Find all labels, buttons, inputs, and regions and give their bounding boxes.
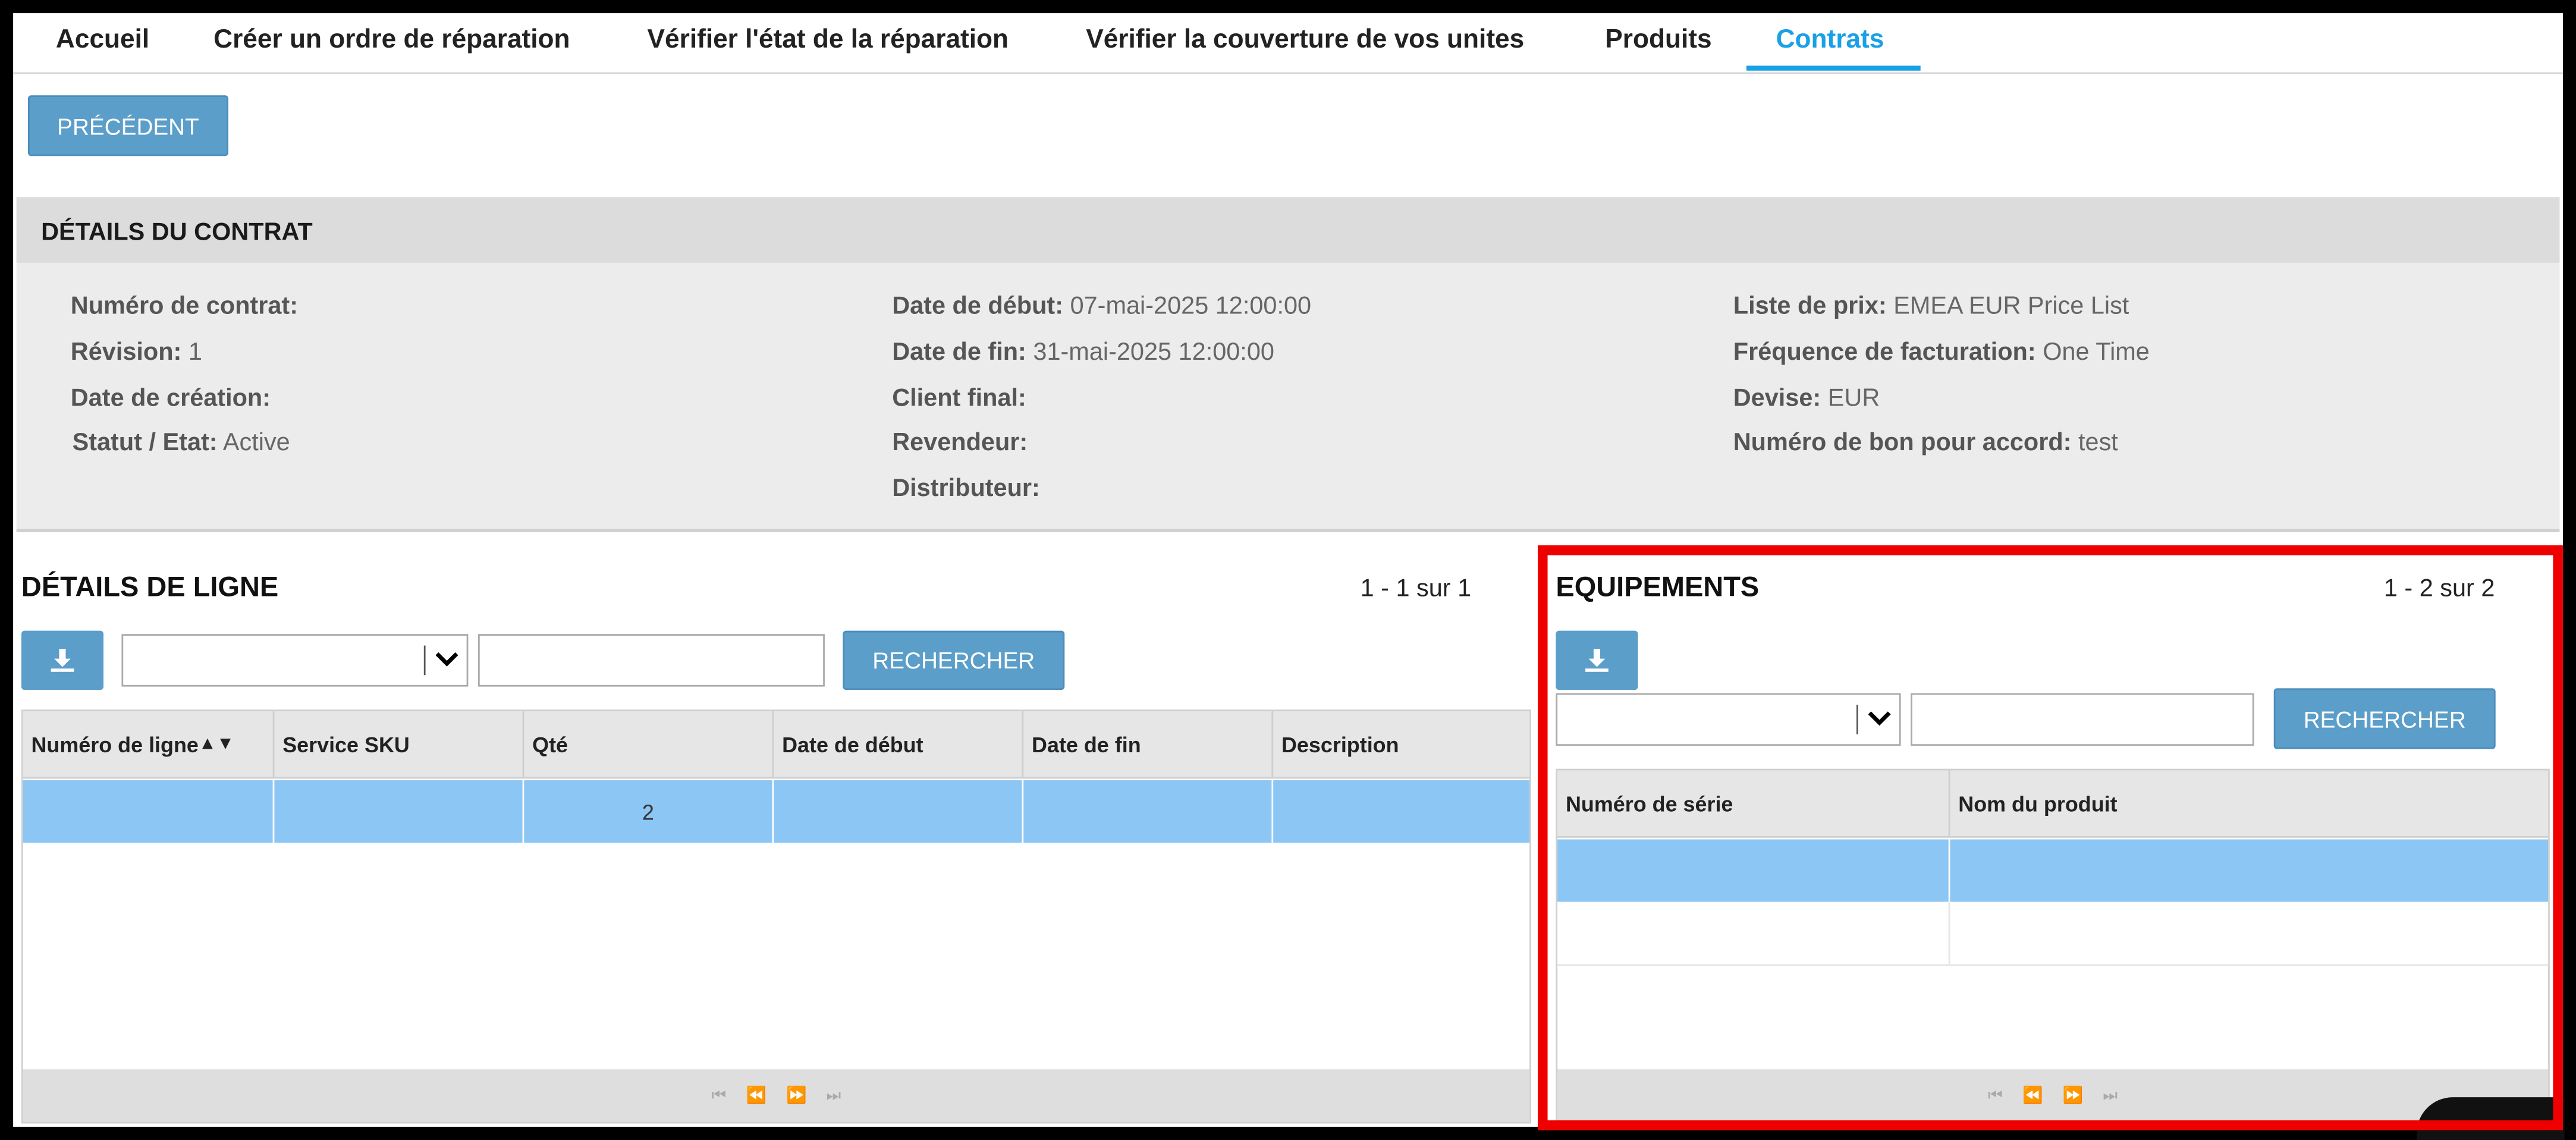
field-reseller: Revendeur: <box>892 428 1028 457</box>
col-line-number[interactable]: Numéro de ligne ▲▼ <box>23 711 273 777</box>
cell-serial-number <box>1557 902 1949 964</box>
field-end-customer: Client final: <box>892 384 1026 413</box>
equipment-grid: Numéro de série Nom du produit ⏮ ⏪ ⏩ ⏭ <box>1556 768 2550 1124</box>
col-start-date[interactable]: Date de début <box>772 711 1022 777</box>
table-row[interactable] <box>1557 839 2549 902</box>
tab-coverage[interactable]: Vérifier la couverture de vos unites <box>1086 26 1524 56</box>
equipment-download-button[interactable] <box>1556 630 1638 690</box>
cell-service-sku <box>272 780 523 843</box>
equipment-title: EQUIPEMENTS <box>1556 571 1760 603</box>
contract-details-panel: DÉTAILS DU CONTRAT Numéro de contrat: Ré… <box>16 197 2560 532</box>
field-creation-date: Date de création: <box>70 384 271 413</box>
prev-page-icon[interactable]: ⏪ <box>2022 1086 2043 1104</box>
select-separator <box>423 645 426 676</box>
prev-page-icon[interactable]: ⏪ <box>746 1086 766 1104</box>
first-page-icon[interactable]: ⏮ <box>1988 1086 2003 1104</box>
col-product-name[interactable]: Nom du produit <box>1948 770 2548 836</box>
field-distributor: Distributeur: <box>892 475 1040 503</box>
tab-create-repair[interactable]: Créer un ordre de réparation <box>213 26 570 56</box>
download-icon <box>51 649 74 672</box>
field-contract-number: Numéro de contrat: <box>70 292 299 321</box>
col-end-date[interactable]: Date de fin <box>1022 711 1271 777</box>
equipment-search-input[interactable] <box>1911 693 2254 746</box>
back-button[interactable]: PRÉCÉDENT <box>27 95 229 156</box>
line-download-button[interactable] <box>21 630 104 690</box>
cell-product-name <box>1948 902 2548 965</box>
last-page-icon[interactable]: ⏭ <box>2103 1086 2118 1104</box>
field-start-date: Date de début: 07-mai-2025 12:00:00 <box>892 292 1312 321</box>
col-serial-number[interactable]: Numéro de série <box>1557 770 1949 836</box>
field-status: Statut / Etat: Active <box>72 428 290 457</box>
sort-icon[interactable]: ▲▼ <box>199 734 234 754</box>
cell-serial-number <box>1557 839 1949 902</box>
line-details-count: 1 - 1 sur 1 <box>1360 574 1472 603</box>
col-qty[interactable]: Qté <box>522 711 772 777</box>
app-frame: Accueil Créer un ordre de réparation Vér… <box>13 13 2565 1140</box>
field-price-list: Liste de prix: EMEA EUR Price List <box>1733 292 2129 321</box>
line-grid-header: Numéro de ligne ▲▼ Service SKU Qté Date d… <box>23 711 1530 779</box>
chevron-down-icon <box>1868 711 1891 726</box>
field-end-date: Date de fin: 31-mai-2025 12:00:00 <box>892 338 1274 366</box>
tab-products[interactable]: Produits <box>1605 26 1711 56</box>
equipment-filter-select[interactable] <box>1556 693 1901 746</box>
chevron-down-icon <box>435 652 458 667</box>
tab-accueil[interactable]: Accueil <box>56 26 149 56</box>
contract-details-title: DÉTAILS DU CONTRAT <box>41 218 313 247</box>
field-approval-number: Numéro de bon pour accord: test <box>1733 428 2118 457</box>
tab-repair-status[interactable]: Vérifier l'état de la réparation <box>648 26 1009 56</box>
next-page-icon[interactable]: ⏩ <box>2063 1086 2083 1104</box>
select-separator <box>1856 704 1858 734</box>
line-filter-select[interactable] <box>121 634 469 687</box>
col-description[interactable]: Description <box>1271 711 1529 777</box>
line-details-title: DÉTAILS DE LIGNE <box>21 571 279 603</box>
field-revision: Révision: 1 <box>70 338 202 366</box>
contract-details-header: DÉTAILS DU CONTRAT <box>16 197 2560 263</box>
chat-widget-button[interactable] <box>2417 1097 2565 1140</box>
tab-contracts[interactable]: Contrats <box>1776 26 1884 56</box>
cell-line-number <box>23 780 273 843</box>
line-search-button[interactable]: RECHERCHER <box>843 630 1065 690</box>
active-tab-underline <box>1746 65 1921 71</box>
equipment-grid-header: Numéro de série Nom du produit <box>1557 770 2549 838</box>
cell-qty: 2 <box>522 780 772 843</box>
line-details-grid: Numéro de ligne ▲▼ Service SKU Qté Date d… <box>21 709 1531 1124</box>
cell-end-date <box>1022 780 1271 843</box>
cell-start-date <box>772 780 1022 843</box>
nav-tabs: Accueil Créer un ordre de réparation Vér… <box>13 13 2563 74</box>
table-row[interactable]: 2 <box>23 780 1530 843</box>
equipment-grid-pager: ⏮ ⏪ ⏩ ⏭ <box>1557 1069 2549 1122</box>
download-icon <box>1585 649 1609 672</box>
field-billing-frequency: Fréquence de facturation: One Time <box>1733 338 2150 366</box>
last-page-icon[interactable]: ⏭ <box>827 1086 841 1104</box>
equipment-count: 1 - 2 sur 2 <box>2383 574 2495 603</box>
equipment-search-button[interactable]: RECHERCHER <box>2273 688 2496 749</box>
first-page-icon[interactable]: ⏮ <box>711 1086 726 1104</box>
line-search-input[interactable] <box>477 634 825 687</box>
col-service-sku[interactable]: Service SKU <box>272 711 523 777</box>
line-grid-pager: ⏮ ⏪ ⏩ ⏭ <box>23 1069 1530 1122</box>
next-page-icon[interactable]: ⏩ <box>786 1086 806 1104</box>
field-currency: Devise: EUR <box>1733 384 1880 413</box>
cell-product-name <box>1948 839 2548 902</box>
table-row[interactable] <box>1557 902 2549 966</box>
cell-description <box>1271 780 1529 843</box>
